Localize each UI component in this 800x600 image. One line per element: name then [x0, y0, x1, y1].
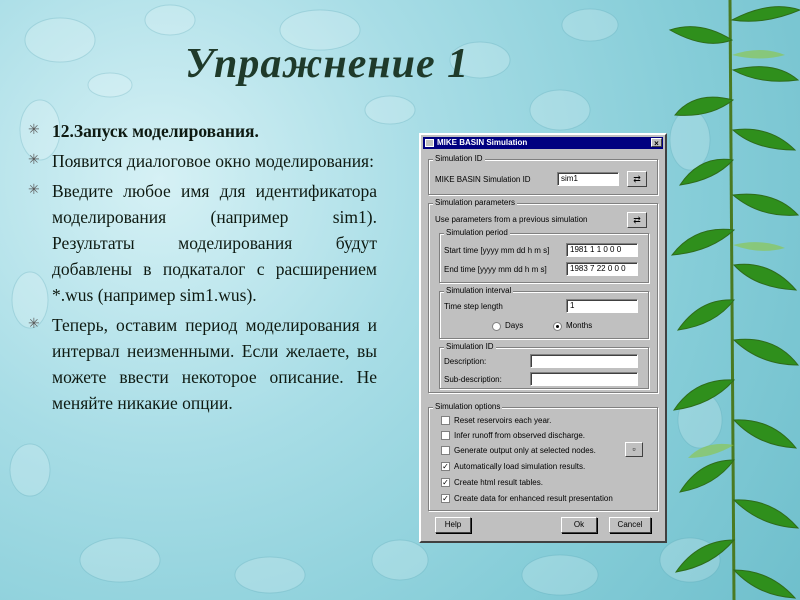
bullet-marker-icon: ✳ — [28, 123, 40, 138]
dialog-title: MIKE BASIN Simulation — [437, 138, 528, 147]
option-label: Create html result tables. — [454, 478, 543, 487]
months-label: Months — [566, 321, 593, 330]
infer-runoff-checkbox[interactable] — [441, 431, 450, 440]
option-label: Infer runoff from observed discharge. — [454, 431, 586, 440]
bullet-item: ✳ 12.Запуск моделирования. — [22, 118, 377, 144]
html-tables-checkbox[interactable]: ✓ — [441, 478, 450, 487]
option-label: Create data for enhanced result presenta… — [454, 494, 613, 503]
simulation-id-input[interactable]: sim1 — [557, 172, 619, 186]
group-legend: Simulation parameters — [433, 198, 518, 208]
bullet-marker-icon: ✳ — [28, 183, 40, 198]
option-label: Reset reservoirs each year. — [454, 416, 552, 425]
bullet-text: Появится диалоговое окно моделирования: — [52, 151, 374, 171]
end-time-input[interactable]: 1983 7 22 0 0 0 — [566, 262, 638, 276]
simulation-options-group: Simulation options Reset reservoirs each… — [428, 402, 658, 511]
simulation-description-group: Simulation ID Description: Sub-descripti… — [439, 342, 649, 389]
sub-description-input[interactable] — [530, 372, 638, 386]
time-step-label: Time step length — [444, 302, 503, 311]
help-button[interactable]: Help — [435, 517, 471, 533]
bullet-list: ✳ 12.Запуск моделирования. ✳ Появится ди… — [22, 118, 377, 420]
days-label: Days — [505, 321, 524, 330]
cancel-button[interactable]: Cancel — [609, 517, 651, 533]
selected-nodes-checkbox[interactable] — [441, 446, 450, 455]
start-time-input[interactable]: 1981 1 1 0 0 0 — [566, 243, 638, 257]
bullet-item: ✳ Появится диалоговое окно моделирования… — [22, 148, 377, 174]
description-label: Description: — [444, 357, 487, 366]
bamboo-leaves-decoration — [668, 0, 800, 600]
slide-title: Упражнение 1 — [185, 41, 470, 87]
simulation-period-group: Simulation period Start time [yyyy mm dd… — [439, 228, 649, 283]
group-legend: Simulation ID — [444, 342, 496, 352]
reset-reservoirs-checkbox[interactable] — [441, 416, 450, 425]
auto-load-results-checkbox[interactable]: ✓ — [441, 462, 450, 471]
option-label: Generate output only at selected nodes. — [454, 446, 596, 455]
simulation-interval-group: Simulation interval Time step length 1 D… — [439, 286, 649, 339]
simulation-dialog: MIKE BASIN Simulation × Simulation ID MI… — [419, 133, 667, 543]
group-legend: Simulation ID — [433, 154, 485, 164]
simulation-id-label: MIKE BASIN Simulation ID — [435, 175, 531, 184]
days-radio[interactable] — [492, 322, 501, 331]
enhanced-presentation-checkbox[interactable]: ✓ — [441, 494, 450, 503]
bullet-item: ✳ Введите любое имя для идентификатора м… — [22, 178, 377, 308]
sub-description-label: Sub-description: — [444, 375, 502, 384]
description-input[interactable] — [530, 354, 638, 368]
simulation-parameters-group: Simulation parameters Use parameters fro… — [428, 198, 658, 393]
bullet-text: Введите любое имя для идентификатора мод… — [52, 181, 377, 305]
group-legend: Simulation period — [444, 228, 510, 238]
simulation-id-group: Simulation ID MIKE BASIN Simulation ID s… — [428, 154, 658, 195]
bullet-marker-icon: ✳ — [28, 153, 40, 168]
dialog-titlebar[interactable]: MIKE BASIN Simulation × — [423, 137, 663, 149]
load-parameters-icon[interactable]: ⇄ — [627, 212, 647, 228]
app-icon — [425, 139, 434, 147]
time-step-input[interactable]: 1 — [566, 299, 638, 313]
group-legend: Simulation options — [433, 402, 503, 412]
use-previous-label: Use parameters from a previous simulatio… — [435, 215, 588, 224]
end-time-label: End time [yyyy mm dd h m s] — [444, 265, 547, 274]
months-radio[interactable] — [553, 322, 562, 331]
bullet-marker-icon: ✳ — [28, 317, 40, 332]
bullet-item: ✳ Теперь, оставим период моделирования и… — [22, 312, 377, 416]
select-nodes-icon[interactable]: ▫ — [625, 442, 643, 457]
group-legend: Simulation interval — [444, 286, 514, 296]
bullet-text: 12.Запуск моделирования. — [52, 121, 259, 141]
option-label: Automatically load simulation results. — [454, 462, 586, 471]
bullet-text: Теперь, оставим период моделирования и и… — [52, 315, 377, 413]
browse-folder-icon[interactable]: ⇄ — [627, 171, 647, 187]
ok-button[interactable]: Ok — [561, 517, 597, 533]
start-time-label: Start time [yyyy mm dd h m s] — [444, 246, 550, 255]
